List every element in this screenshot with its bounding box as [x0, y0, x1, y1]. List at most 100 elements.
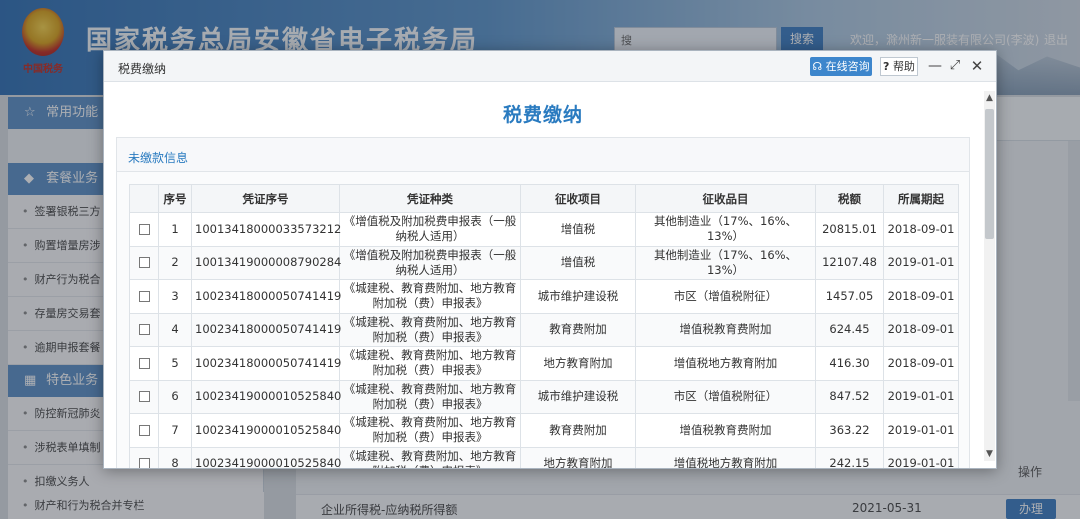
help-button[interactable]: ? 帮助	[880, 57, 918, 76]
chevron-up-icon[interactable]: ▲	[984, 91, 995, 105]
cell-amount: 847.52	[815, 379, 884, 414]
cell-voucher-type: 《增值税及附加税费申报表（一般纳税人适用）	[339, 245, 521, 280]
cell-levy-subitem: 市区（增值税附征）	[635, 379, 816, 414]
table-header-row: 序号 凭证序号 凭证种类 征收项目 征收品目 税额 所属期起	[129, 184, 959, 213]
row-checkbox-cell	[129, 446, 159, 468]
row-checkbox[interactable]	[138, 290, 150, 302]
cell-voucher-no: 10023419000010525840	[191, 379, 341, 414]
row-checkbox-cell	[129, 312, 159, 347]
cell-period-start: 2019-01-01	[883, 446, 959, 468]
table-row[interactable]: 2 10013419000008790284 《增值税及附加税费申报表（一般纳税人适…	[129, 245, 959, 280]
chevron-down-icon[interactable]: ▼	[984, 447, 995, 461]
cell-levy-item: 增值税	[520, 245, 636, 280]
scroll-thumb[interactable]	[985, 109, 994, 239]
table-row[interactable]: 3 10023418000050741419 《城建税、教育费附加、地方教育附加税（…	[129, 279, 959, 314]
cell-voucher-type: 《城建税、教育费附加、地方教育附加税（费）申报表》	[339, 446, 521, 468]
cell-amount: 12107.48	[815, 245, 884, 280]
dialog-body: 税费缴纳 未缴款信息 序号 凭证序号 凭证种类 征收项目 征收品目 税额 所属期…	[104, 83, 982, 468]
row-checkbox[interactable]	[138, 357, 150, 369]
cell-period-start: 2019-01-01	[883, 245, 959, 280]
cell-levy-item: 地方教育附加	[520, 446, 636, 468]
cell-levy-subitem: 增值税地方教育附加	[635, 446, 816, 468]
cell-amount: 363.22	[815, 413, 884, 448]
row-checkbox[interactable]	[138, 458, 150, 468]
online-consult-label: 在线咨询	[825, 60, 870, 73]
cell-index: 1	[158, 212, 192, 247]
table-row[interactable]: 7 10023419000010525840 《城建税、教育费附加、地方教育附加税（…	[129, 413, 959, 448]
cell-period-start: 2018-09-01	[883, 212, 959, 247]
table-row[interactable]: 6 10023419000010525840 《城建税、教育费附加、地方教育附加税（…	[129, 379, 959, 414]
row-checkbox[interactable]	[138, 223, 150, 235]
header-voucher-type: 凭证种类	[339, 184, 521, 213]
cell-levy-subitem: 其他制造业（17%、16%、13%）	[635, 245, 816, 280]
close-icon[interactable]: ✕	[968, 56, 986, 76]
cell-levy-subitem: 增值税教育费附加	[635, 312, 816, 347]
cell-voucher-no: 10013418000033573212	[191, 212, 341, 247]
cell-levy-subitem: 增值税教育费附加	[635, 413, 816, 448]
minimize-icon[interactable]: —	[926, 56, 944, 76]
cell-voucher-no: 10013419000008790284	[191, 245, 341, 280]
unpaid-info-panel: 未缴款信息 序号 凭证序号 凭证种类 征收项目 征收品目 税额 所属期起 1 1…	[116, 137, 970, 468]
cell-amount: 624.45	[815, 312, 884, 347]
page-title: 税费缴纳	[502, 104, 583, 126]
cell-period-start: 2018-09-01	[883, 312, 959, 347]
table-row[interactable]: 810023419000010525840《城建税、教育费附加、地方教育附加税（…	[129, 446, 959, 468]
dialog-scrollbar[interactable]: ▲ ▼	[984, 91, 995, 461]
cell-voucher-type: 《城建税、教育费附加、地方教育附加税（费）申报表》	[339, 346, 521, 381]
cell-index: 7	[158, 413, 192, 448]
row-checkbox-cell	[129, 413, 159, 448]
unpaid-table-container: 序号 凭证序号 凭证种类 征收项目 征收品目 税额 所属期起 1 10013418…	[129, 184, 959, 468]
cell-levy-item: 增值税	[520, 212, 636, 247]
cell-voucher-no: 10023418000050741419	[191, 312, 341, 347]
cell-voucher-no: 10023418000050741419	[191, 279, 341, 314]
row-checkbox[interactable]	[138, 257, 150, 269]
cell-voucher-type: 《城建税、教育费附加、地方教育附加税（费）申报表》	[339, 413, 521, 448]
online-consult-button[interactable]: ☊ 在线咨询	[810, 57, 872, 76]
cell-levy-item: 城市维护建设税	[520, 379, 636, 414]
cell-levy-item: 教育费附加	[520, 413, 636, 448]
cell-index: 8	[158, 446, 192, 468]
header-index: 序号	[158, 184, 192, 213]
row-checkbox-cell	[129, 346, 159, 381]
panel-title: 未缴款信息	[128, 151, 189, 165]
cell-voucher-no: 10023418000050741419	[191, 346, 341, 381]
cell-amount: 416.30	[815, 346, 884, 381]
cell-index: 4	[158, 312, 192, 347]
cell-voucher-type: 《增值税及附加税费申报表（一般纳税人适用）	[339, 212, 521, 247]
cell-voucher-no: 10023419000010525840	[191, 446, 341, 468]
header-period-start: 所属期起	[883, 184, 959, 213]
cell-levy-subitem: 其他制造业（17%、16%、13%）	[635, 212, 816, 247]
maximize-icon[interactable]: ⤢	[946, 56, 964, 76]
cell-period-start: 2018-09-01	[883, 279, 959, 314]
cell-voucher-type: 《城建税、教育费附加、地方教育附加税（费）申报表》	[339, 279, 521, 314]
dialog-title: 税费缴纳	[118, 62, 167, 76]
cell-amount: 20815.01	[815, 212, 884, 247]
row-checkbox-cell	[129, 379, 159, 414]
row-checkbox[interactable]	[138, 324, 150, 336]
row-checkbox-cell	[129, 245, 159, 280]
cell-amount: 242.15	[815, 446, 884, 468]
panel-header: 未缴款信息	[117, 138, 969, 172]
table-row[interactable]: 1 10013418000033573212 《增值税及附加税费申报表（一般纳税人适…	[129, 212, 959, 247]
help-label: 帮助	[892, 60, 915, 73]
row-checkbox[interactable]	[138, 424, 150, 436]
cell-levy-item: 地方教育附加	[520, 346, 636, 381]
cell-period-start: 2018-09-01	[883, 346, 959, 381]
row-checkbox[interactable]	[138, 391, 150, 403]
cell-index: 2	[158, 245, 192, 280]
cell-index: 6	[158, 379, 192, 414]
cell-levy-subitem: 市区（增值税附征）	[635, 279, 816, 314]
cell-voucher-type: 《城建税、教育费附加、地方教育附加税（费）申报表》	[339, 312, 521, 347]
cell-levy-subitem: 增值税地方教育附加	[635, 346, 816, 381]
row-checkbox-cell	[129, 212, 159, 247]
header-levy-item: 征收项目	[520, 184, 636, 213]
dialog-titlebar[interactable]: 税费缴纳 ☊ 在线咨询 ? 帮助 — ⤢ ✕	[104, 51, 996, 82]
cell-period-start: 2019-01-01	[883, 413, 959, 448]
cell-index: 5	[158, 346, 192, 381]
table-row[interactable]: 4 10023418000050741419 《城建税、教育费附加、地方教育附加税（…	[129, 312, 959, 347]
table-body: 1 10013418000033573212 《增值税及附加税费申报表（一般纳税人适…	[129, 212, 959, 468]
table-row[interactable]: 5 10023418000050741419 《城建税、教育费附加、地方教育附加税（…	[129, 346, 959, 381]
cell-voucher-type: 《城建税、教育费附加、地方教育附加税（费）申报表》	[339, 379, 521, 414]
cell-voucher-no: 10023419000010525840	[191, 413, 341, 448]
header-levy-subitem: 征收品目	[635, 184, 816, 213]
